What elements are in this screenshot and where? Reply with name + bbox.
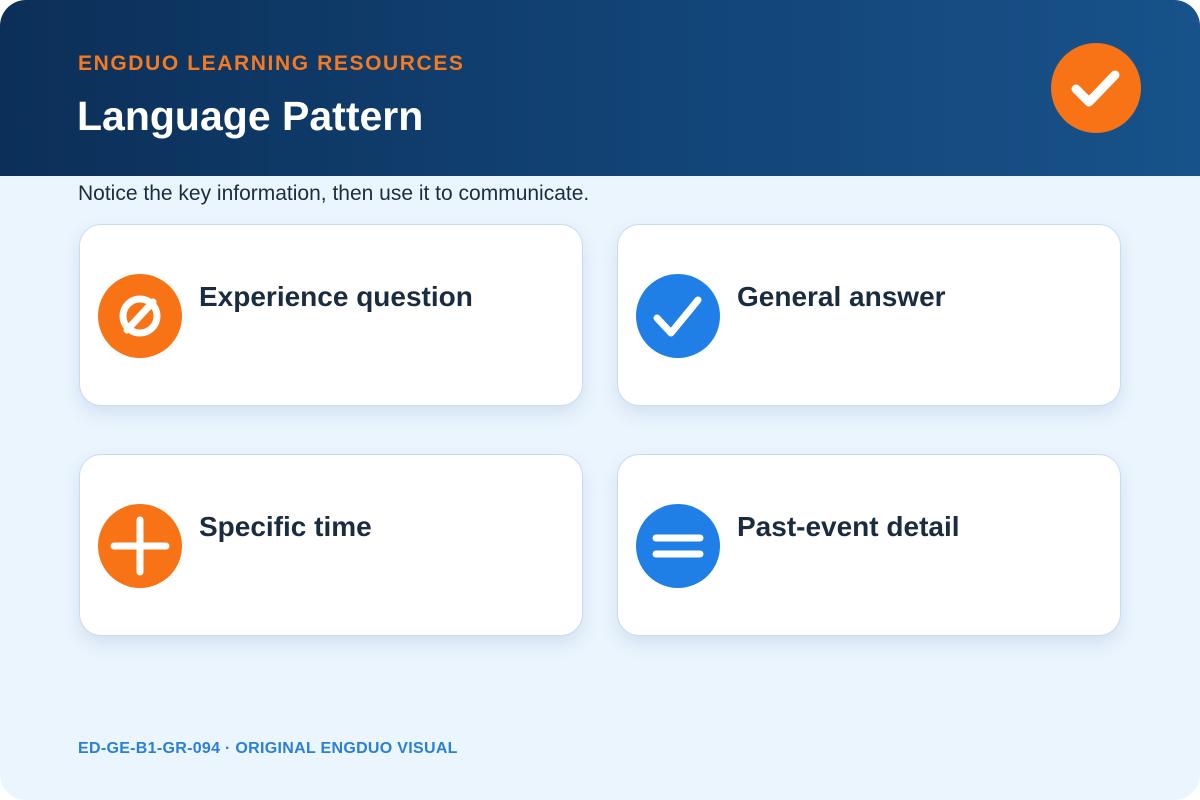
equals-icon	[636, 504, 720, 588]
footer-code: ED-GE-B1-GR-094 · ORIGINAL ENGDUO VISUAL	[78, 740, 458, 757]
language-pattern-page: ENGDUO LEARNING RESOURCES Language Patte…	[0, 0, 1200, 800]
instruction-text: Notice the key information, then use it …	[78, 182, 590, 205]
card-label: Specific time	[199, 511, 372, 542]
pattern-card-specific-time: Specific time	[79, 454, 583, 636]
pattern-card-experience-question: Experience question	[79, 224, 583, 406]
plus-icon	[98, 504, 182, 588]
header-banner: ENGDUO LEARNING RESOURCES Language Patte…	[0, 0, 1200, 176]
brand-label: ENGDUO LEARNING RESOURCES	[78, 52, 465, 75]
pattern-card-general-answer: General answer	[617, 224, 1121, 406]
pattern-card-past-event-detail: Past-event detail	[617, 454, 1121, 636]
page-title: Language Pattern	[77, 93, 424, 139]
slashed-circle-icon	[98, 274, 182, 358]
checkmark-icon	[636, 274, 720, 358]
checkmark-icon	[1051, 43, 1141, 133]
card-label: Experience question	[199, 281, 473, 312]
card-label: General answer	[737, 281, 946, 312]
card-label: Past-event detail	[737, 511, 960, 542]
